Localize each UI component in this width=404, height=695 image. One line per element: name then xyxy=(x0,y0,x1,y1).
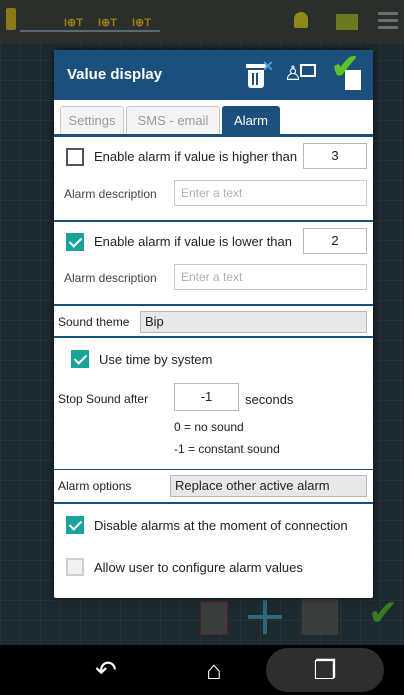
stop-sound-row: Stop Sound after -1 seconds 0 = no sound… xyxy=(54,381,373,461)
high-alarm-description-input[interactable]: Enter a text xyxy=(174,180,367,206)
stop-sound-unit: seconds xyxy=(245,392,294,407)
low-alarm-row: Enable alarm if value is lower than 2 xyxy=(54,225,373,265)
tab-alarm[interactable]: Alarm xyxy=(222,106,280,136)
sound-theme-label: Sound theme xyxy=(58,315,130,329)
high-alarm-checkbox[interactable] xyxy=(66,148,84,166)
home-icon[interactable]: ⌂ xyxy=(184,645,244,695)
high-alarm-value-input[interactable]: 3 xyxy=(303,143,367,169)
tab-settings[interactable]: Settings xyxy=(60,106,124,136)
alarm-options-row: Alarm options Replace other active alarm xyxy=(54,471,373,501)
checkmark-icon: ✔ xyxy=(368,592,399,633)
low-alarm-description-label: Alarm description xyxy=(64,271,157,285)
bell-icon[interactable] xyxy=(294,12,308,28)
user-config-icon[interactable]: ♙ xyxy=(284,61,316,89)
connection-line xyxy=(20,30,160,32)
high-alarm-description-row: Alarm description Enter a text xyxy=(54,177,373,213)
stop-sound-input[interactable]: -1 xyxy=(174,383,239,411)
high-alarm-label: Enable alarm if value is higher than xyxy=(94,149,298,164)
sensor-icon xyxy=(6,8,16,30)
stop-sound-hint-constant: -1 = constant sound xyxy=(174,442,280,456)
low-alarm-checkbox[interactable] xyxy=(66,233,84,251)
alarm-options-select[interactable]: Replace other active alarm xyxy=(170,475,367,497)
recent-apps-icon[interactable]: ❐ xyxy=(266,648,384,692)
low-alarm-label: Enable alarm if value is lower than xyxy=(94,234,292,249)
divider xyxy=(54,220,373,222)
navigation-bar: ↶ ⌂ ❐ xyxy=(0,645,404,695)
disable-at-connection-label: Disable alarms at the moment of connecti… xyxy=(94,518,348,533)
sound-theme-select[interactable]: Bip xyxy=(140,311,367,333)
confirm-icon[interactable]: ✔ xyxy=(331,50,369,94)
menu-icon[interactable] xyxy=(378,12,398,30)
high-alarm-row: Enable alarm if value is higher than 3 xyxy=(54,137,373,177)
allow-user-configure-row: Allow user to configure alarm values xyxy=(54,545,373,585)
device-icon xyxy=(200,601,228,635)
low-alarm-value-input[interactable]: 2 xyxy=(303,228,367,254)
upload-icon[interactable] xyxy=(336,14,358,30)
low-alarm-description-input[interactable]: Enter a text xyxy=(174,264,367,290)
disable-at-connection-row: Disable alarms at the moment of connecti… xyxy=(54,505,373,545)
back-icon[interactable]: ↶ xyxy=(76,645,136,695)
allow-user-configure-checkbox[interactable] xyxy=(66,558,84,576)
iot-node-icon: I⊕T xyxy=(64,17,83,29)
divider xyxy=(54,304,373,306)
use-time-checkbox[interactable] xyxy=(71,350,89,368)
app-bottom-icons: ✔ xyxy=(190,595,404,645)
trash-icon[interactable]: ✕ xyxy=(244,58,274,90)
disable-at-connection-checkbox[interactable] xyxy=(66,516,84,534)
use-time-label: Use time by system xyxy=(99,352,213,367)
divider xyxy=(54,469,373,470)
iot-node-icon: I⊕T xyxy=(132,17,151,29)
tab-bar: Settings SMS - email Alarm xyxy=(54,100,373,136)
use-time-row: Use time by system xyxy=(54,339,373,379)
value-display-dialog: Value display ✕ ♙ ✔ Settings SMS - email… xyxy=(54,50,373,598)
allow-user-configure-label: Allow user to configure alarm values xyxy=(94,560,303,575)
alarm-options-label: Alarm options xyxy=(58,479,132,493)
iot-node-icon: I⊕T xyxy=(98,17,117,29)
stop-sound-hint-no-sound: 0 = no sound xyxy=(174,420,244,434)
tab-sms-email[interactable]: SMS - email xyxy=(126,106,220,136)
app-toolbar: I⊕T I⊕T I⊕T xyxy=(0,0,404,44)
dialog-header: Value display ✕ ♙ ✔ xyxy=(54,50,373,100)
divider xyxy=(54,336,373,338)
divider xyxy=(54,502,373,504)
settings-icon xyxy=(302,599,338,635)
sound-theme-row: Sound theme Bip xyxy=(54,307,373,337)
high-alarm-description-label: Alarm description xyxy=(64,187,157,201)
stop-sound-label: Stop Sound after xyxy=(58,392,149,406)
low-alarm-description-row: Alarm description Enter a text xyxy=(54,261,373,297)
dialog-title: Value display xyxy=(67,66,163,83)
